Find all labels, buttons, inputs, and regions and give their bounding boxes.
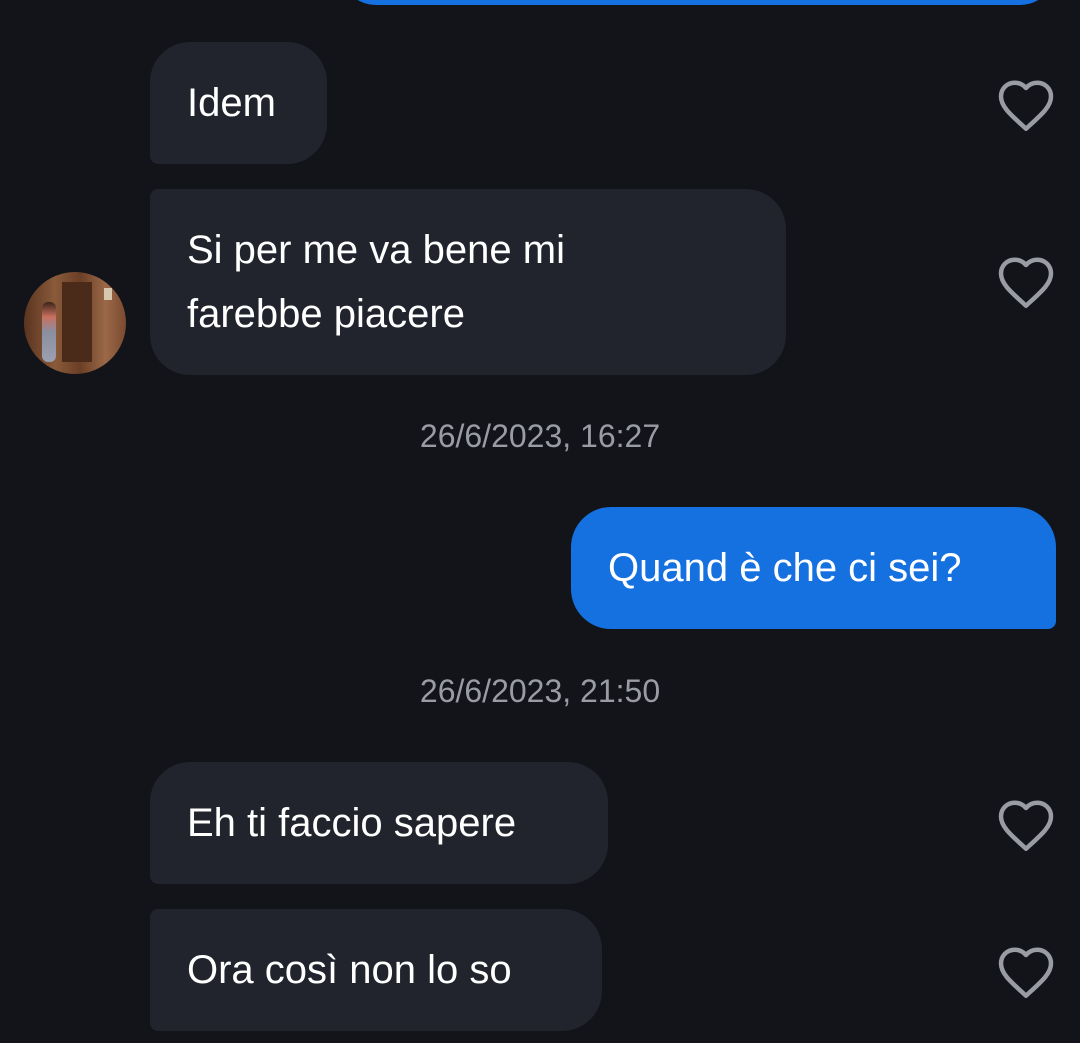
avatar-photo-door: [62, 282, 92, 362]
heart-icon[interactable]: [996, 944, 1056, 1000]
outgoing-message-bubble[interactable]: Quand è che ci sei?: [571, 507, 1056, 629]
incoming-message-bubble[interactable]: Si per me va bene mi farebbe piacere: [150, 189, 786, 375]
heart-icon[interactable]: [996, 77, 1056, 133]
incoming-message-bubble[interactable]: Ora così non lo so: [150, 909, 602, 1031]
heart-icon[interactable]: [996, 797, 1056, 853]
message-timestamp: 26/6/2023, 21:50: [419, 673, 661, 709]
previous-outgoing-message-bubble[interactable]: [340, 0, 1056, 5]
contact-avatar[interactable]: [24, 272, 126, 374]
message-timestamp: 26/6/2023, 16:27: [419, 418, 661, 454]
avatar-photo-person: [42, 302, 56, 362]
incoming-message-bubble[interactable]: Idem: [150, 42, 327, 164]
avatar-photo-sign: [104, 288, 112, 300]
heart-icon[interactable]: [996, 254, 1056, 310]
incoming-message-bubble[interactable]: Eh ti faccio sapere: [150, 762, 608, 884]
